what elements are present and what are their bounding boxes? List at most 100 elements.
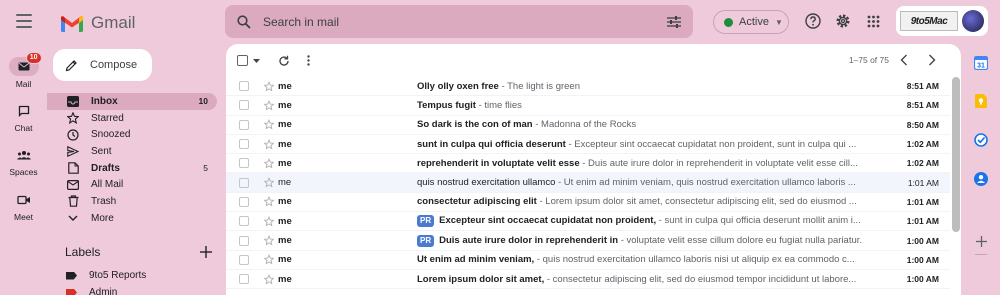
apps-button[interactable] (864, 12, 882, 30)
select-menu-button[interactable] (253, 58, 260, 63)
star-button[interactable] (264, 273, 274, 285)
label-item[interactable]: 9to5 Reports (66, 270, 146, 281)
message-subject: Duis aute irure dolor in reprehenderit i… (439, 234, 619, 246)
row-checkbox[interactable] (239, 216, 249, 227)
table-row[interactable]: me Lorem ipsum dolor sit amet, - consecte… (226, 269, 950, 290)
contacts-button[interactable] (974, 172, 988, 186)
message-list-scrollbar[interactable] (952, 77, 960, 232)
rail-item-mail[interactable]: 10 Mail (0, 52, 47, 89)
message-subject: Excepteur sint occaecat cupidatat non pr… (439, 215, 657, 227)
nav-item-all-mail[interactable]: All Mail (47, 176, 217, 193)
settings-button[interactable] (834, 12, 852, 30)
sender-name: me (278, 157, 292, 169)
star-button[interactable] (264, 235, 274, 246)
more-options-button[interactable] (307, 55, 310, 66)
star-button[interactable] (264, 157, 274, 169)
table-row[interactable]: me sunt in culpa qui officia deserunt - E… (226, 134, 950, 155)
row-checkbox[interactable] (239, 177, 249, 188)
row-checkbox[interactable] (239, 100, 249, 111)
search-bar[interactable]: Search in mail (225, 5, 693, 38)
nav-label: Drafts (91, 162, 120, 174)
table-row[interactable]: me consectetur adipiscing elit - Lorem ip… (226, 192, 950, 213)
nav-item-starred[interactable]: Starred (47, 110, 217, 127)
star-button[interactable] (264, 119, 274, 130)
star-outline-icon (264, 196, 274, 207)
rail-item-spaces[interactable]: Spaces (0, 145, 47, 177)
nav-item-sent[interactable]: Sent (47, 143, 217, 160)
tasks-button[interactable] (974, 133, 988, 147)
message-preview: Ut enim ad minim veniam, - quis nostrud … (417, 254, 889, 265)
search-options-button[interactable] (655, 15, 693, 28)
star-button[interactable] (264, 177, 274, 188)
gmail-logo[interactable]: Gmail (61, 13, 135, 33)
star-button[interactable] (264, 196, 274, 207)
star-button[interactable] (264, 215, 274, 227)
nav-item-more[interactable]: More (47, 210, 217, 227)
table-row[interactable]: me So dark is the con of man - Madonna of… (226, 115, 950, 135)
avatar (962, 10, 984, 32)
message-time: 8:50 AM (906, 119, 939, 130)
older-button[interactable] (928, 53, 936, 71)
nav-label: Inbox (91, 95, 118, 107)
table-row[interactable]: me PR Duis aute irure dolor in reprehender… (226, 231, 950, 251)
row-checkbox[interactable] (239, 274, 249, 285)
status-dropdown[interactable]: Active ▼ (713, 10, 789, 34)
message-time: 8:51 AM (906, 100, 939, 111)
star-button[interactable] (264, 99, 274, 111)
table-row[interactable]: me quis nostrud exercitation ullamco - Ut… (226, 173, 950, 193)
row-checkbox[interactable] (239, 158, 249, 169)
account-button[interactable]: 9to5Mac (896, 6, 988, 36)
caret-down-icon (253, 58, 260, 63)
message-subject: sunt in culpa qui officia deserunt (417, 138, 566, 150)
message-snippet: - quis nostrud exercitation ullamco labo… (534, 254, 855, 266)
refresh-button[interactable] (278, 55, 290, 67)
message-preview: Olly olly oxen free - The light is green (417, 81, 889, 92)
mail-unread-badge: 10 (25, 52, 42, 64)
nav-label: All Mail (91, 179, 124, 191)
rail-item-chat[interactable]: Chat (0, 101, 47, 133)
row-checkbox[interactable] (239, 139, 249, 150)
compose-button[interactable]: Compose (53, 49, 152, 81)
sender-name: me (278, 235, 292, 247)
table-row[interactable]: me Tempus fugit - time flies 8:51 AM (226, 96, 950, 116)
nav-label: More (91, 212, 114, 224)
message-subject: Tempus fugit (417, 99, 476, 111)
star-outline-icon (264, 235, 274, 246)
nav-item-snoozed[interactable]: Snoozed (47, 126, 217, 143)
nav-item-inbox[interactable]: Inbox 10 (47, 93, 217, 110)
app-rail: 10 Mail Chat Spaces Meet (0, 0, 47, 295)
status-dot-icon (724, 17, 733, 27)
table-row[interactable]: me PR Excepteur sint occaecat cupidatat no… (226, 212, 950, 232)
rail-item-meet[interactable]: Meet (0, 190, 47, 222)
main-menu-button[interactable] (16, 14, 32, 28)
row-checkbox[interactable] (239, 254, 249, 265)
star-outline-icon (264, 254, 274, 265)
calendar-button[interactable]: 31 (974, 56, 988, 70)
add-label-icon[interactable] (200, 246, 212, 258)
message-preview: Tempus fugit - time flies (417, 100, 889, 111)
chevron-right-icon (929, 54, 936, 66)
label-item[interactable]: Admin (66, 287, 117, 295)
message-subject: Ut enim ad minim veniam, (417, 254, 535, 266)
sender-name: me (278, 196, 292, 208)
table-row[interactable]: me Ut enim ad minim veniam, - quis nostru… (226, 250, 950, 270)
nav-item-drafts[interactable]: Drafts 5 (47, 160, 217, 177)
table-row[interactable]: me reprehenderit in voluptate velit esse … (226, 154, 950, 174)
search-input[interactable]: Search in mail (263, 15, 655, 29)
select-all-checkbox[interactable] (237, 55, 248, 66)
message-list-panel: 1–75 of 75 me Olly olly oxen free - The l… (226, 44, 961, 295)
support-button[interactable] (804, 12, 822, 30)
get-addons-button[interactable] (974, 234, 988, 248)
search-button[interactable] (225, 14, 263, 29)
newer-button[interactable] (900, 53, 908, 71)
star-button[interactable] (264, 138, 274, 150)
star-button[interactable] (264, 254, 274, 265)
table-row[interactable]: me Olly olly oxen free - The light is gre… (226, 77, 950, 97)
keep-button[interactable] (974, 94, 988, 108)
nav-item-trash[interactable]: Trash (47, 193, 217, 210)
row-checkbox[interactable] (239, 196, 249, 207)
row-checkbox[interactable] (239, 119, 249, 130)
star-button[interactable] (264, 80, 274, 92)
row-checkbox[interactable] (239, 235, 249, 246)
row-checkbox[interactable] (239, 81, 249, 92)
